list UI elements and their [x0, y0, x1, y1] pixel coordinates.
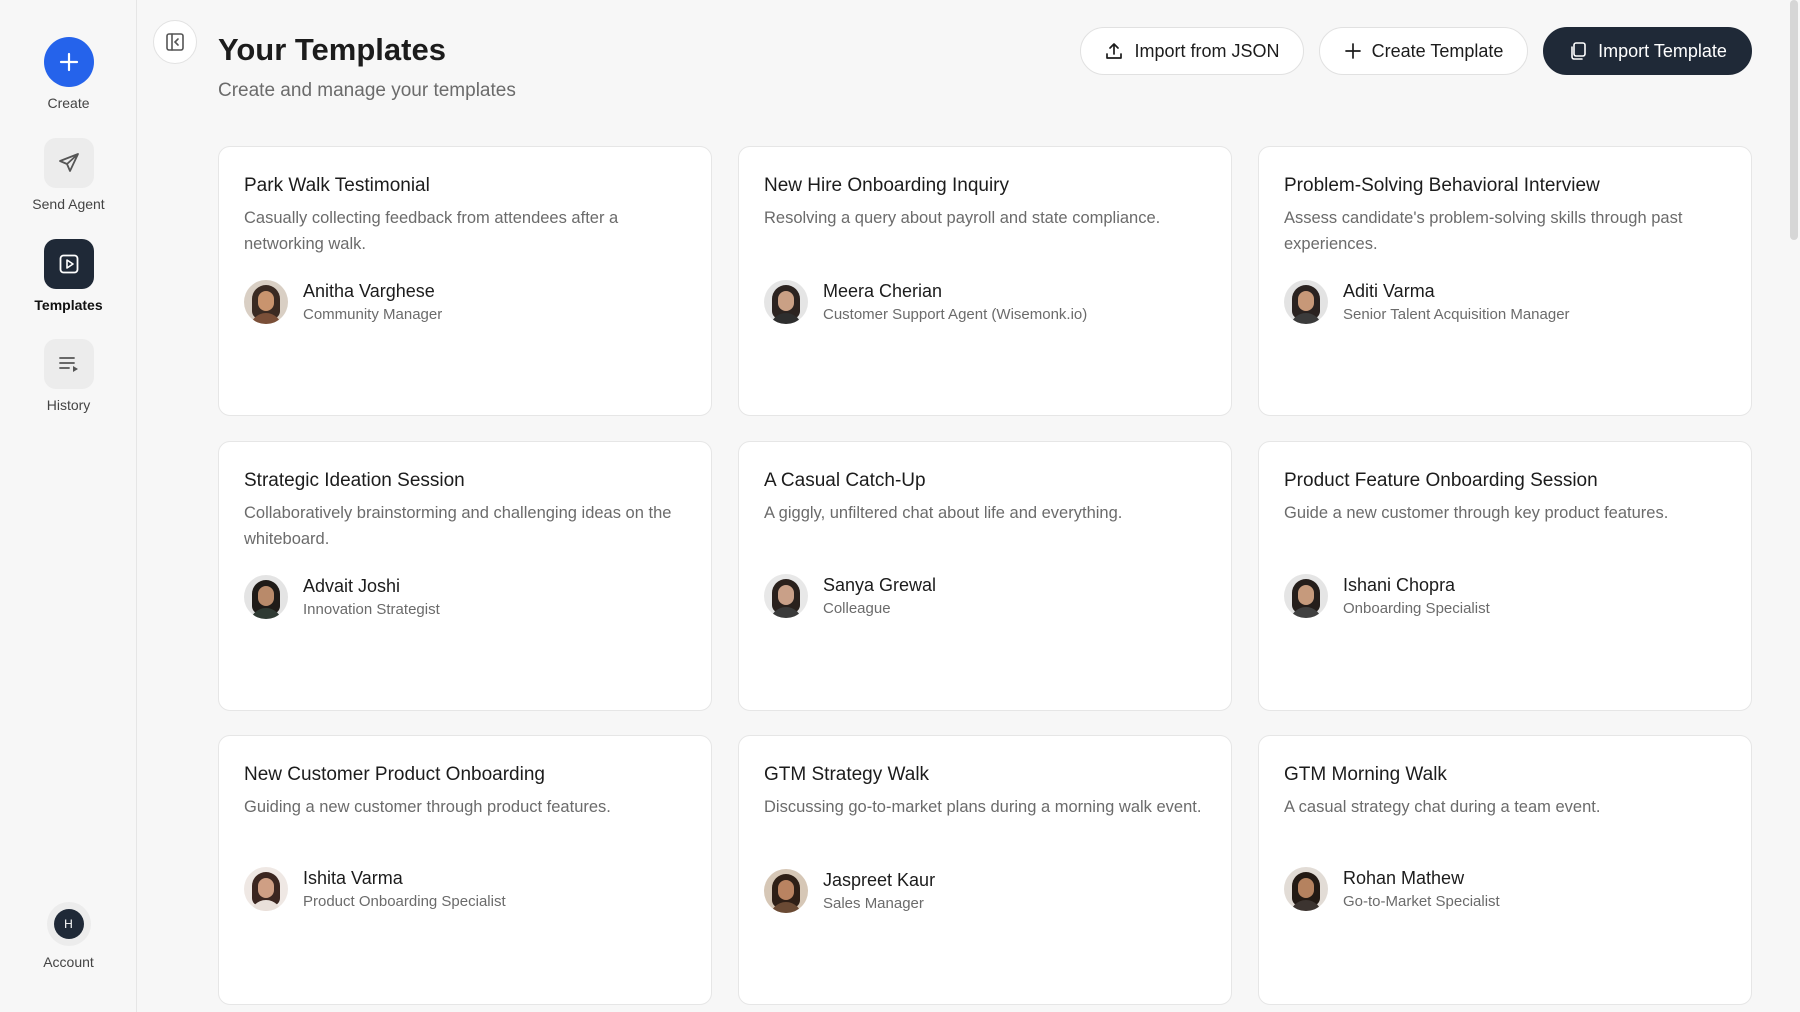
persona-name: Advait Joshi [303, 576, 401, 596]
template-persona: Rohan Mathew Go-to-Market Specialist [1284, 867, 1500, 911]
template-description: Guiding a new customer through product f… [244, 798, 611, 816]
template-card[interactable]: GTM Strategy Walk Discussing go-to-market… [738, 735, 1232, 1005]
sidebar-item-create[interactable]: Create [0, 37, 137, 111]
avatar [244, 280, 288, 324]
template-persona: Anitha Varghese Community Manager [244, 280, 442, 324]
plus-icon [1344, 43, 1361, 59]
template-description: Discussing go-to-market plans during a m… [764, 798, 1202, 816]
sidebar-item-label: History [46, 397, 91, 413]
persona-role: Senior Talent Acquisition Manager [1343, 306, 1570, 323]
template-persona: Ishita Varma Product Onboarding Specialis… [244, 867, 506, 911]
persona-role: Innovation Strategist [303, 601, 440, 618]
persona-name: Jaspreet Kaur [823, 870, 936, 890]
template-persona: Advait Joshi Innovation Strategist [244, 575, 440, 619]
persona-name: Ishita Varma [303, 868, 403, 888]
scrollbar[interactable] [1790, 0, 1798, 240]
template-card[interactable]: New Hire Onboarding Inquiry Resolving a q… [738, 146, 1232, 416]
account-initial: H [53, 909, 84, 939]
template-persona: Sanya Grewal Colleague [764, 574, 936, 618]
avatar [764, 280, 808, 324]
template-title: GTM Strategy Walk [764, 764, 930, 785]
template-title: Park Walk Testimonial [244, 175, 430, 196]
template-card[interactable]: GTM Morning Walk A casual strategy chat d… [1258, 735, 1752, 1005]
template-description: Assess candidate's problem-solving skill… [1284, 209, 1683, 253]
persona-name: Anitha Varghese [303, 281, 435, 301]
plus-icon [43, 37, 94, 87]
template-persona: Jaspreet Kaur Sales Manager [764, 869, 935, 913]
persona-name: Aditi Varma [1343, 281, 1435, 301]
import-template-button[interactable]: Import Template [1543, 27, 1752, 75]
persona-name: Rohan Mathew [1343, 868, 1465, 888]
play-square-icon [43, 239, 94, 289]
create-template-button[interactable]: Create Template [1319, 27, 1528, 75]
sidebar-toggle-icon [166, 33, 184, 51]
template-persona: Ishani Chopra Onboarding Specialist [1284, 574, 1490, 618]
template-description: Casually collecting feedback from attend… [244, 209, 619, 253]
persona-name: Meera Cherian [823, 281, 943, 301]
template-description: A giggly, unfiltered chat about life and… [764, 504, 1123, 522]
template-card[interactable]: New Customer Product Onboarding Guiding a… [218, 735, 712, 1005]
list-play-icon [43, 339, 94, 389]
sidebar-item-label: Send Agent [32, 196, 105, 212]
account-avatar: H [46, 902, 91, 946]
persona-role: Sales Manager [823, 895, 924, 912]
persona-role: Customer Support Agent (Wisemonk.io) [823, 306, 1088, 323]
upload-icon [1106, 43, 1123, 59]
template-card[interactable]: Strategic Ideation Session Collaborativel… [218, 441, 712, 711]
persona-role: Onboarding Specialist [1343, 600, 1490, 617]
collapse-sidebar-button[interactable] [153, 20, 197, 64]
persona-role: Colleague [823, 600, 891, 617]
template-persona: Aditi Varma Senior Talent Acquisition Man… [1284, 280, 1570, 324]
persona-name: Ishani Chopra [1343, 575, 1456, 595]
sidebar-item-history[interactable]: History [0, 339, 137, 413]
avatar [1284, 574, 1328, 618]
template-title: New Customer Product Onboarding [244, 764, 545, 785]
template-persona: Meera Cherian Customer Support Agent (Wis… [764, 280, 1087, 324]
sidebar-item-label: Account [43, 954, 94, 970]
sidebar: Create Send Agent Templates History H Ac… [0, 0, 137, 1012]
template-title: GTM Morning Walk [1284, 764, 1447, 785]
avatar [764, 869, 808, 913]
persona-role: Go-to-Market Specialist [1343, 893, 1500, 910]
page-subtitle: Create and manage your templates [218, 80, 516, 101]
avatar [1284, 280, 1328, 324]
avatar [764, 574, 808, 618]
avatar [1284, 867, 1328, 911]
sidebar-item-label: Create [47, 95, 90, 111]
template-title: Product Feature Onboarding Session [1284, 470, 1598, 491]
sidebar-item-label: Templates [34, 297, 103, 313]
import-template-label: Import Template [1598, 40, 1727, 61]
template-title: Problem-Solving Behavioral Interview [1284, 175, 1600, 196]
template-description: Collaboratively brainstorming and challe… [244, 504, 672, 548]
persona-name: Sanya Grewal [823, 575, 937, 595]
template-description: Guide a new customer through key product… [1284, 504, 1669, 522]
avatar [244, 575, 288, 619]
avatar [244, 867, 288, 911]
template-card[interactable]: Product Feature Onboarding Session Guide … [1258, 441, 1752, 711]
sidebar-item-account[interactable]: H Account [0, 902, 137, 970]
import-from-json-button[interactable]: Import from JSON [1080, 27, 1304, 75]
template-description: A casual strategy chat during a team eve… [1284, 798, 1601, 816]
sidebar-item-templates[interactable]: Templates [0, 239, 137, 313]
page-title: Your Templates [218, 32, 446, 67]
template-title: A Casual Catch-Up [764, 470, 926, 491]
send-icon [43, 138, 94, 188]
template-card[interactable]: A Casual Catch-Up A giggly, unfiltered ch… [738, 441, 1232, 711]
template-description: Resolving a query about payroll and stat… [764, 209, 1161, 227]
template-title: New Hire Onboarding Inquiry [764, 175, 1010, 196]
persona-role: Community Manager [303, 306, 443, 323]
template-card[interactable]: Problem-Solving Behavioral Interview Asse… [1258, 146, 1752, 416]
import-from-json-label: Import from JSON [1134, 40, 1280, 61]
template-title: Strategic Ideation Session [244, 470, 465, 491]
persona-role: Product Onboarding Specialist [303, 893, 506, 910]
copy-icon [1571, 42, 1586, 60]
template-card[interactable]: Park Walk Testimonial Casually collecting… [218, 146, 712, 416]
sidebar-item-send-agent[interactable]: Send Agent [0, 138, 137, 212]
create-template-label: Create Template [1371, 40, 1504, 61]
